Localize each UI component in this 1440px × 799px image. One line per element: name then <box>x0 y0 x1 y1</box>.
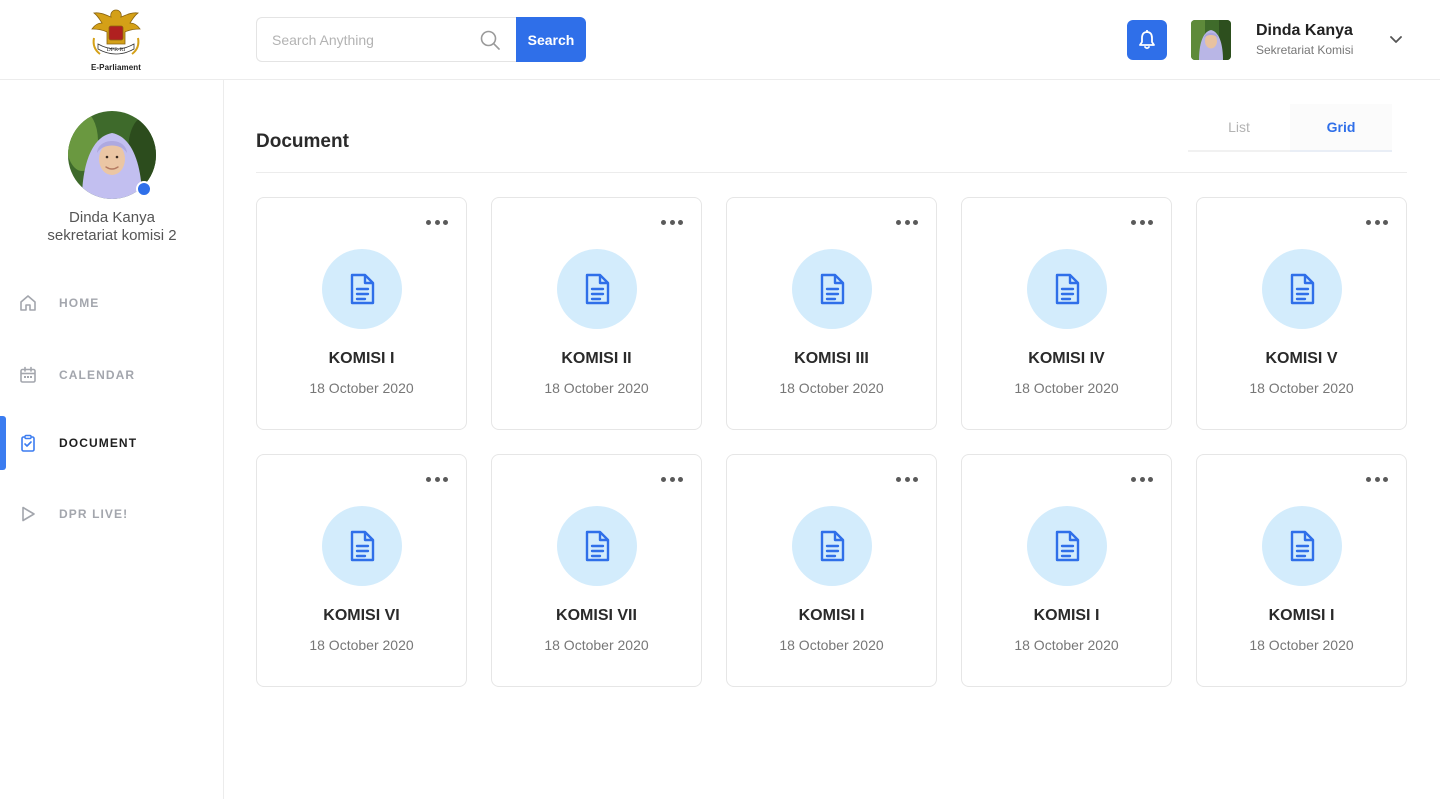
logo-text: E-Parliament <box>90 63 142 72</box>
bell-icon <box>1139 30 1155 50</box>
search-icon <box>480 30 500 50</box>
header-avatar[interactable] <box>1191 20 1231 60</box>
document-icon-circle <box>322 249 402 329</box>
document-card[interactable]: KOMISI IV 18 October 2020 <box>961 197 1172 430</box>
sidebar-item-document[interactable]: DOCUMENT <box>0 416 224 470</box>
tab-grid[interactable]: Grid <box>1290 104 1392 152</box>
document-icon <box>585 273 610 305</box>
document-date: 18 October 2020 <box>309 637 414 653</box>
document-icon <box>1290 530 1315 562</box>
more-options-icon[interactable] <box>661 475 683 483</box>
more-options-icon[interactable] <box>426 475 448 483</box>
document-icon-circle <box>1262 506 1342 586</box>
document-icon <box>1290 273 1315 305</box>
more-options-icon[interactable] <box>1131 218 1153 226</box>
document-icon-circle <box>1262 249 1342 329</box>
header-user-name: Dinda Kanya <box>1256 22 1353 39</box>
parliament-logo[interactable]: DPR-RI E-Parliament <box>84 4 148 76</box>
document-icon-circle <box>792 249 872 329</box>
document-card[interactable]: KOMISI II 18 October 2020 <box>491 197 702 430</box>
sidebar-item-label: DOCUMENT <box>59 436 138 450</box>
document-title: KOMISI I <box>328 350 395 367</box>
search-box <box>256 17 518 62</box>
avatar-photo-icon <box>1191 20 1231 60</box>
sidebar: Dinda Kanya sekretariat komisi 2 HOME CA… <box>0 80 224 799</box>
document-icon-circle <box>557 506 637 586</box>
more-options-icon[interactable] <box>426 218 448 226</box>
document-icon-circle <box>557 249 637 329</box>
tab-list[interactable]: List <box>1188 104 1290 152</box>
document-title: KOMISI III <box>794 350 869 367</box>
profile-role: sekretariat komisi 2 <box>47 227 177 244</box>
search-input[interactable] <box>257 18 467 61</box>
header-user-role: Sekretariat Komisi <box>1256 43 1354 57</box>
document-title: KOMISI IV <box>1028 350 1105 367</box>
sidebar-item-label: CALENDAR <box>59 368 136 382</box>
document-icon <box>820 530 845 562</box>
view-toggle: List Grid <box>1188 104 1392 152</box>
document-icon-circle <box>322 506 402 586</box>
document-card[interactable]: KOMISI III 18 October 2020 <box>726 197 937 430</box>
more-options-icon[interactable] <box>1366 218 1388 226</box>
sidebar-item-dpr-live[interactable]: DPR LIVE! <box>0 487 224 541</box>
document-date: 18 October 2020 <box>309 380 414 396</box>
document-date: 18 October 2020 <box>1014 637 1119 653</box>
document-title: KOMISI VI <box>323 607 400 624</box>
document-date: 18 October 2020 <box>1014 380 1119 396</box>
profile-avatar-wrapper <box>68 111 156 199</box>
document-title: KOMISI II <box>561 350 632 367</box>
more-options-icon[interactable] <box>661 218 683 226</box>
document-title: KOMISI I <box>1033 607 1100 624</box>
document-card[interactable]: KOMISI I 18 October 2020 <box>726 454 937 687</box>
document-date: 18 October 2020 <box>779 380 884 396</box>
document-icon <box>350 273 375 305</box>
active-indicator <box>0 416 6 470</box>
more-options-icon[interactable] <box>1366 475 1388 483</box>
document-icon-circle <box>1027 249 1107 329</box>
page-title: Document <box>256 131 349 152</box>
document-icon <box>1055 530 1080 562</box>
sidebar-item-home[interactable]: HOME <box>0 276 224 330</box>
document-title: KOMISI I <box>798 607 865 624</box>
sidebar-item-label: HOME <box>59 296 100 310</box>
document-card[interactable]: KOMISI I 18 October 2020 <box>1196 454 1407 687</box>
notification-button[interactable] <box>1127 20 1167 60</box>
clipboard-icon <box>21 434 35 452</box>
document-icon-circle <box>1027 506 1107 586</box>
document-date: 18 October 2020 <box>1249 637 1354 653</box>
document-card[interactable]: KOMISI I 18 October 2020 <box>256 197 467 430</box>
document-title: KOMISI V <box>1265 350 1338 367</box>
svg-text:DPR-RI: DPR-RI <box>107 47 126 53</box>
document-card[interactable]: KOMISI VII 18 October 2020 <box>491 454 702 687</box>
more-options-icon[interactable] <box>896 475 918 483</box>
title-divider <box>256 172 1407 173</box>
document-date: 18 October 2020 <box>1249 380 1354 396</box>
home-icon <box>20 295 36 311</box>
document-date: 18 October 2020 <box>544 380 649 396</box>
document-icon <box>820 273 845 305</box>
garuda-emblem-icon: DPR-RI <box>91 9 141 55</box>
document-title: KOMISI VII <box>556 607 637 624</box>
document-date: 18 October 2020 <box>779 637 884 653</box>
document-title: KOMISI I <box>1268 607 1335 624</box>
document-card[interactable]: KOMISI VI 18 October 2020 <box>256 454 467 687</box>
document-icon <box>1055 273 1080 305</box>
document-card[interactable]: KOMISI V 18 October 2020 <box>1196 197 1407 430</box>
top-header: DPR-RI E-Parliament Search Dinda Kanya S… <box>0 0 1440 80</box>
document-date: 18 October 2020 <box>544 637 649 653</box>
document-card[interactable]: KOMISI I 18 October 2020 <box>961 454 1172 687</box>
search-button[interactable]: Search <box>516 17 586 62</box>
profile-name: Dinda Kanya <box>69 209 155 226</box>
document-icon <box>350 530 375 562</box>
chevron-down-icon[interactable] <box>1387 32 1405 48</box>
play-icon <box>22 506 35 522</box>
sidebar-item-calendar[interactable]: CALENDAR <box>0 348 224 402</box>
online-status-indicator <box>136 181 152 197</box>
document-icon <box>585 530 610 562</box>
sidebar-item-label: DPR LIVE! <box>59 507 129 521</box>
calendar-icon <box>20 366 36 383</box>
document-icon-circle <box>792 506 872 586</box>
more-options-icon[interactable] <box>1131 475 1153 483</box>
more-options-icon[interactable] <box>896 218 918 226</box>
